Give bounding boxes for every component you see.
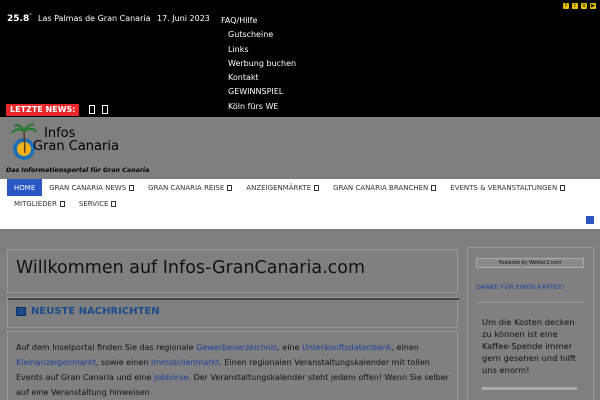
top-menu-faq[interactable]: FAQ/Hilfe — [221, 14, 296, 28]
nav-item-anzeigen[interactable]: ANZEIGENMÄRKTE — [239, 179, 326, 196]
dropdown-icon — [227, 184, 233, 191]
intro-paragraph: Auf dem Inselportal finden Sie das regio… — [16, 340, 454, 400]
instagram-icon[interactable]: o — [581, 3, 587, 9]
top-menu-kontakt[interactable]: Kontakt — [221, 71, 296, 85]
ticker-label: LETZTE NEWS: — [6, 104, 80, 116]
welcome-panel: Willkommen auf Infos-GranCanaria.com — [7, 249, 458, 293]
nav-item-label: ANZEIGENMÄRKTE — [246, 183, 312, 192]
text-segment: , einen — [391, 343, 419, 352]
text-segment: , eine — [277, 343, 302, 352]
nav-item-home[interactable]: HOME — [7, 179, 43, 196]
top-menu-koeln[interactable]: Köln fürs WE — [221, 100, 296, 114]
facebook-icon[interactable]: f — [563, 3, 569, 9]
news-header-panel: NEUSTE NACHRICHTEN — [7, 297, 459, 328]
top-menu-werbung[interactable]: Werbung buchen — [221, 57, 296, 71]
nav-item-label: HOME — [14, 183, 36, 192]
main-navigation: HOME GRAN CANARIA NEWS GRAN CANARIA REIS… — [0, 179, 600, 229]
nav-item-service[interactable]: SERVICE — [72, 196, 124, 211]
site-header: Infos Gran Canaria Das Informationsporta… — [0, 117, 600, 179]
top-menu: FAQ/Hilfe Gutscheine Links Werbung buche… — [221, 14, 296, 114]
text-segment: , sowie einen — [95, 358, 151, 367]
nav-item-events[interactable]: EVENTS & VERANSTALTUNGEN — [443, 179, 572, 196]
nav-item-label: GRAN CANARIA NEWS — [49, 183, 127, 192]
link-unterkunftsdatenbank[interactable]: Unterkunftsdatenbank — [302, 343, 392, 352]
top-menu-gewinnspiel[interactable]: GEWINNSPIEL — [221, 85, 296, 99]
weather-temperature: 25.8° — [7, 13, 32, 24]
social-links: f t o ▶ — [563, 3, 596, 9]
nav-item-label: MITGLIEDER — [14, 199, 57, 208]
sidebar-divider — [476, 302, 584, 303]
link-immobilienmarkt[interactable]: Immobilienmarkt — [151, 358, 219, 367]
weather-widget[interactable]: Powered by Wetter2.com — [476, 258, 584, 268]
link-gewerbeverzeichnis[interactable]: Gewerbeverzeichnis — [196, 343, 277, 352]
text-segment: Auf dem Inselportal finden Sie das regio… — [16, 343, 197, 352]
nav-item-mitglieder[interactable]: MITGLIEDER — [7, 196, 72, 211]
nav-item-news[interactable]: GRAN CANARIA NEWS — [42, 179, 141, 196]
search-icon[interactable] — [586, 216, 594, 224]
link-kleinanzeigenmarkt[interactable]: Kleinanzeigenmarkt — [16, 358, 96, 367]
content-area: Willkommen auf Infos-GranCanaria.com NEU… — [0, 229, 600, 400]
current-date: 17. Juni 2023 — [157, 14, 210, 23]
nav-item-label: EVENTS & VERANSTALTUNGEN — [450, 183, 558, 192]
ticker-next-button[interactable] — [102, 105, 108, 114]
newspaper-icon — [16, 307, 26, 316]
coffee-donation-text: Um die Kosten decken zu können ist eine … — [482, 317, 576, 375]
dropdown-icon — [431, 184, 437, 191]
dropdown-icon — [129, 184, 135, 191]
youtube-icon[interactable]: ▶ — [590, 3, 596, 9]
top-bar: 25.8° Las Palmas de Gran Canaria 17. Jun… — [0, 0, 600, 117]
nav-row-2: MITGLIEDER SERVICE — [7, 196, 123, 211]
nav-item-label: SERVICE — [78, 199, 109, 208]
nav-item-label: GRAN CANARIA BRANCHEN — [333, 183, 429, 192]
twitter-icon[interactable]: t — [572, 3, 578, 9]
coffee-donation-link[interactable]: DANKE FÜR EINEN KAFFEE! — [476, 283, 565, 291]
site-logo[interactable]: Infos Gran Canaria Das Informationsporta… — [6, 119, 156, 177]
dropdown-icon — [59, 200, 65, 207]
page-title: Willkommen auf Infos-GranCanaria.com — [16, 258, 366, 278]
nav-item-label: GRAN CANARIA REISE — [148, 183, 225, 192]
dropdown-icon — [111, 200, 117, 207]
temperature-value: 25.8 — [7, 14, 30, 24]
dropdown-icon — [314, 184, 320, 191]
sidebar-scrollbar[interactable] — [482, 387, 577, 390]
logo-text-gran-canaria: Gran Canaria — [33, 139, 119, 154]
top-menu-gutscheine[interactable]: Gutscheine — [221, 28, 296, 42]
nav-item-branchen[interactable]: GRAN CANARIA BRANCHEN — [326, 179, 443, 196]
logo-tagline: Das Informationsportal für Gran Canaria — [6, 167, 150, 174]
nav-item-reise[interactable]: GRAN CANARIA REISE — [141, 179, 239, 196]
ticker-prev-button[interactable] — [89, 105, 95, 114]
news-section-title: NEUSTE NACHRICHTEN — [31, 306, 160, 317]
link-jobboerse[interactable]: Jobbörse — [154, 373, 189, 382]
intro-text-panel: Auf dem Inselportal finden Sie das regio… — [7, 331, 458, 400]
temperature-unit: ° — [29, 13, 32, 19]
dropdown-icon — [560, 184, 566, 191]
weather-city: Las Palmas de Gran Canaria — [38, 14, 151, 23]
top-menu-links[interactable]: Links — [221, 43, 296, 57]
nav-row-1: HOME GRAN CANARIA NEWS GRAN CANARIA REIS… — [7, 179, 572, 196]
